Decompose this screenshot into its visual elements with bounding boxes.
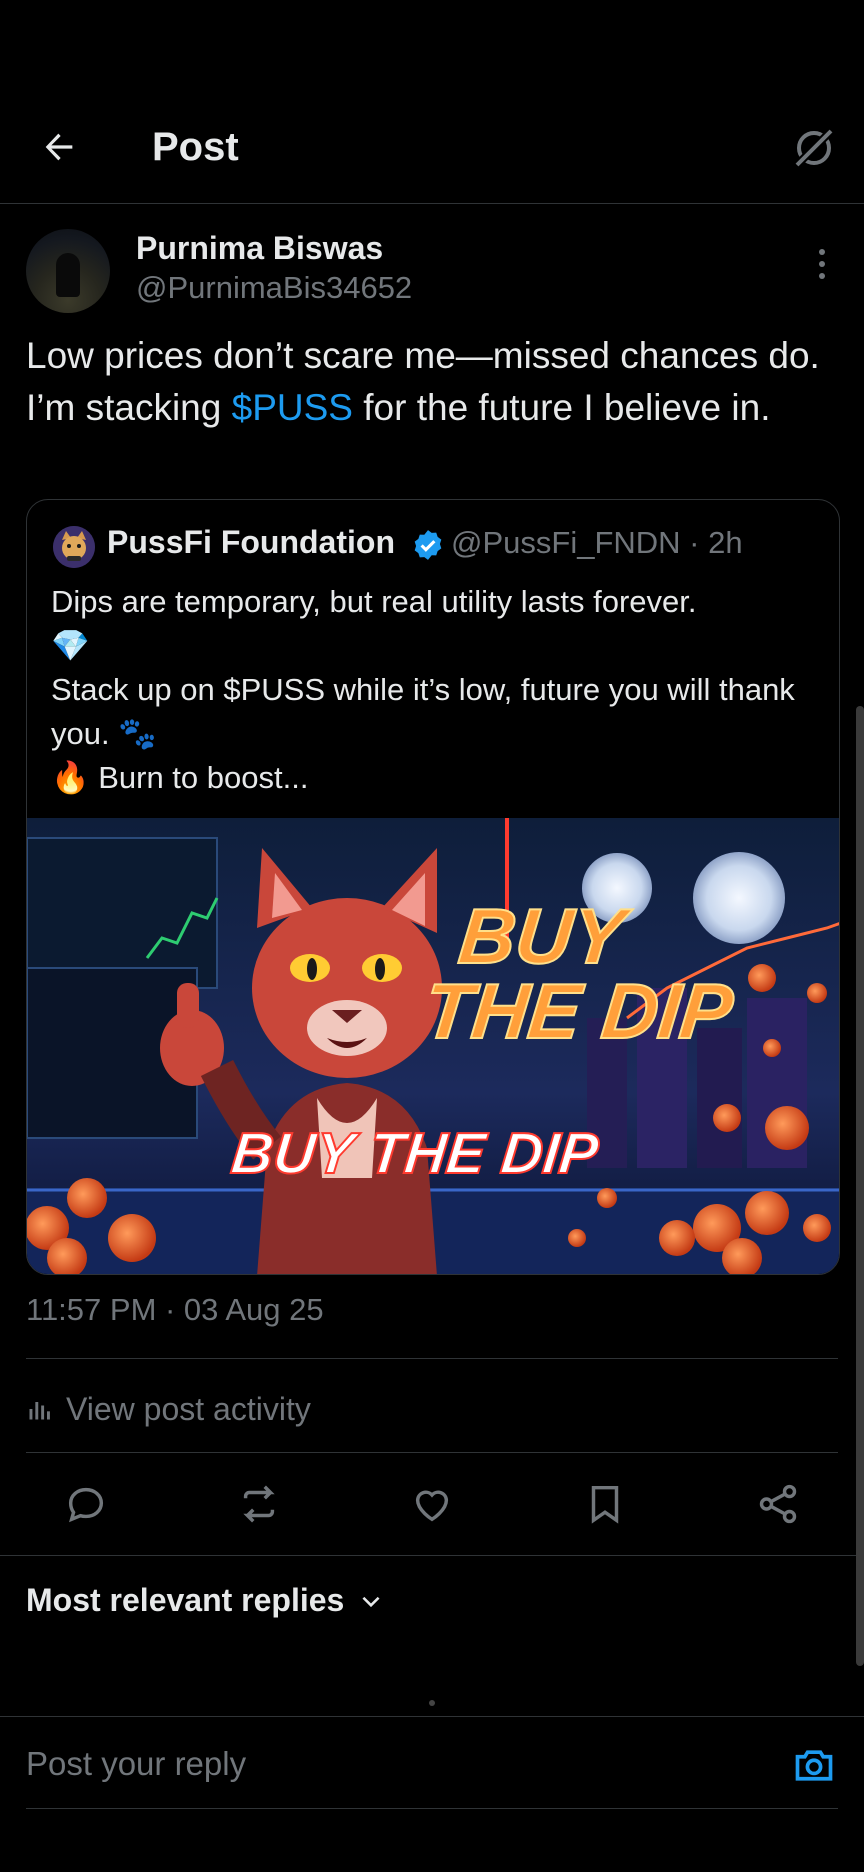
arrow-left-icon <box>45 133 73 161</box>
avatar[interactable] <box>26 229 110 313</box>
replies-sort-label: Most relevant replies <box>26 1582 345 1618</box>
reply-icon <box>68 1487 104 1523</box>
divider <box>26 1808 838 1809</box>
quote-line: Stack up on $PUSS while it’s low, future… <box>51 672 795 751</box>
loading-dot <box>429 1700 435 1706</box>
quote-line: 🔥 Burn to boost... <box>51 760 309 795</box>
back-button[interactable] <box>34 122 84 172</box>
repost-button[interactable] <box>233 1478 285 1530</box>
post-text-part: for the future I believe in. <box>352 387 771 428</box>
grok-button[interactable] <box>786 120 842 176</box>
reply-bar <box>0 1716 864 1810</box>
quote-image[interactable]: BUY THE DIP BUY THE DIP <box>27 818 840 1275</box>
share-button[interactable] <box>752 1478 804 1530</box>
verified-badge-icon <box>414 530 442 560</box>
quote-author-name[interactable]: PussFi Foundation <box>107 524 395 561</box>
author-handle[interactable]: @PurnimaBis34652 <box>136 270 412 306</box>
heart-icon <box>415 1490 449 1522</box>
activity-label: View post activity <box>66 1390 311 1427</box>
cat-logo-icon <box>53 526 95 568</box>
reply-input[interactable] <box>26 1739 766 1789</box>
more-options-button[interactable] <box>802 244 842 284</box>
reply-button[interactable] <box>60 1478 112 1530</box>
camera-icon <box>795 1750 833 1781</box>
like-button[interactable] <box>406 1478 458 1530</box>
analytics-icon <box>29 1402 50 1420</box>
chevron-down-icon <box>362 1596 380 1607</box>
author-name[interactable]: Purnima Biswas <box>136 230 383 267</box>
quote-text: Dips are temporary, but real utility las… <box>51 580 831 800</box>
cashtag-link[interactable]: $PUSS <box>232 387 353 428</box>
image-headline-small: BUY THE DIP <box>228 1121 601 1186</box>
post-text: Low prices don’t scare me—missed chances… <box>26 330 836 434</box>
share-icon <box>759 1484 797 1524</box>
post-page: Post Purnima Biswas @PurnimaBis34652 Low… <box>0 0 864 1872</box>
repost-icon <box>243 1485 275 1523</box>
quote-author-handle[interactable]: @PussFi_FNDN · 2h <box>451 525 743 561</box>
top-bar: Post <box>0 100 864 204</box>
image-headline: THE DIP <box>420 967 738 1055</box>
divider <box>26 1452 838 1453</box>
more-dot-icon <box>819 249 825 255</box>
page-title: Post <box>152 125 239 169</box>
divider <box>26 1358 838 1359</box>
more-dot-icon <box>819 261 825 267</box>
quote-line: Dips are temporary, but real utility las… <box>51 584 697 619</box>
camera-button[interactable] <box>786 1737 842 1793</box>
scrollbar[interactable] <box>856 706 864 1666</box>
action-bar <box>0 1470 864 1536</box>
view-post-activity[interactable]: View post activity <box>26 1384 311 1434</box>
bookmark-icon <box>591 1485 619 1524</box>
divider <box>0 1555 864 1556</box>
post-timestamp: 11:57 PM · 03 Aug 25 <box>26 1292 324 1327</box>
quoted-post[interactable]: PussFi Foundation @PussFi_FNDN · 2h Dips… <box>26 499 840 1275</box>
bookmark-button[interactable] <box>579 1478 631 1530</box>
more-dot-icon <box>819 273 825 279</box>
replies-sort-dropdown[interactable]: Most relevant replies <box>26 1582 384 1619</box>
grok-icon <box>793 127 835 169</box>
quote-avatar[interactable] <box>53 526 95 568</box>
gem-emoji: 💎 <box>51 628 90 663</box>
